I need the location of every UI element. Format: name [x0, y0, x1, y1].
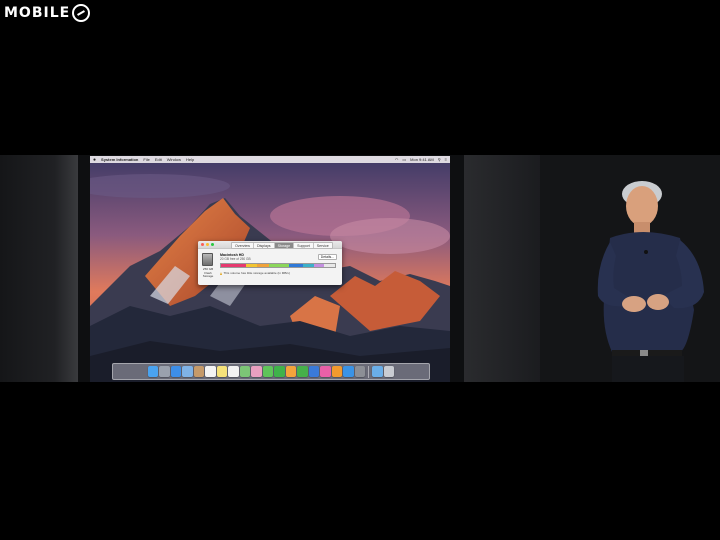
downloads-dock-icon[interactable]: [372, 366, 383, 377]
app-store-dock-icon[interactable]: [343, 366, 354, 377]
menu-window[interactable]: Window: [167, 157, 181, 162]
warning-text: This volume has little storage available…: [223, 271, 290, 275]
notes-dock-icon[interactable]: [216, 366, 228, 377]
storage-window: Overview Displays Storage Support Servic…: [198, 241, 342, 285]
warning-icon: [220, 271, 222, 275]
storage-segment-apps[interactable]: [221, 264, 247, 267]
tab-storage[interactable]: Storage: [274, 243, 295, 248]
menu-edit[interactable]: Edit: [155, 157, 162, 162]
maps-dock-icon[interactable]: [239, 366, 251, 377]
presenter-figure: [597, 181, 704, 382]
battery-icon[interactable]: ▭: [402, 157, 406, 162]
launchpad-dock-icon[interactable]: [159, 366, 170, 377]
menu-help[interactable]: Help: [186, 157, 194, 162]
storage-usage-bar: [220, 263, 336, 268]
storage-segment-documents[interactable]: [246, 264, 258, 267]
tab-support[interactable]: Support: [294, 243, 314, 248]
storage-segment-free[interactable]: [323, 264, 335, 267]
apple-menu-icon[interactable]: ●: [93, 157, 96, 163]
dock-separator: [368, 365, 370, 378]
wifi-icon[interactable]: ◠: [395, 157, 399, 162]
facetime-dock-icon[interactable]: [274, 366, 285, 377]
finder-dock-icon[interactable]: [147, 366, 159, 377]
hard-drive-icon: [202, 253, 213, 266]
projected-mac-screen: ● System Information File Edit Window He…: [90, 156, 450, 382]
segmented-tabs: Overview Displays Storage Support Servic…: [231, 242, 333, 249]
menubar-clock[interactable]: Mon 9:41 AM: [410, 157, 434, 162]
mobile01-logo: MOBILE: [4, 2, 91, 24]
menubar-status-area: ◠ ▭ Mon 9:41 AM ⚲ ≡: [395, 157, 447, 162]
tab-overview[interactable]: Overview: [232, 243, 254, 248]
macos-menubar: ● System Information File Edit Window He…: [90, 156, 450, 163]
storage-segment-movies[interactable]: [289, 264, 304, 267]
tab-service[interactable]: Service: [313, 243, 332, 248]
calendar-dock-icon[interactable]: [205, 366, 216, 377]
tab-displays[interactable]: Displays: [253, 243, 275, 248]
disk-type: Flash Storage: [202, 270, 214, 279]
mail-dock-icon[interactable]: [182, 366, 193, 377]
minimize-button[interactable]: [206, 243, 209, 246]
reminders-dock-icon[interactable]: [228, 366, 239, 377]
keynote-dock-icon[interactable]: [308, 366, 320, 377]
trash-dock-icon[interactable]: [383, 366, 395, 377]
numbers-dock-icon[interactable]: [297, 366, 308, 377]
safari-dock-icon[interactable]: [170, 366, 182, 377]
messages-dock-icon[interactable]: [262, 366, 274, 377]
storage-segment-other[interactable]: [303, 264, 315, 267]
storage-warning: This volume has little storage available…: [220, 271, 290, 275]
disk-free-space: 20 GB free of 250 GB: [220, 257, 251, 261]
contacts-dock-icon[interactable]: [193, 366, 205, 377]
storage-segment-photos[interactable]: [257, 264, 269, 267]
macos-dock: [112, 363, 430, 380]
pages-dock-icon[interactable]: [285, 366, 297, 377]
spotlight-icon[interactable]: ⚲: [438, 157, 441, 162]
system-preferences-dock-icon[interactable]: [354, 366, 366, 377]
menu-app-name[interactable]: System Information: [101, 157, 138, 162]
window-titlebar[interactable]: Overview Displays Storage Support Servic…: [198, 241, 342, 249]
storage-segment-backups[interactable]: [314, 264, 324, 267]
disk-caption: 250 GB Flash Storage: [200, 267, 216, 279]
logo-ring-icon: [72, 4, 91, 22]
menu-file[interactable]: File: [143, 157, 149, 162]
close-button[interactable]: [201, 243, 204, 246]
ibooks-dock-icon[interactable]: [331, 366, 343, 377]
storage-segment-audio[interactable]: [268, 264, 290, 267]
zoom-button[interactable]: [211, 243, 214, 246]
itunes-dock-icon[interactable]: [320, 366, 331, 377]
details-button[interactable]: Details...: [317, 254, 337, 260]
photos-dock-icon[interactable]: [251, 366, 262, 377]
notification-center-icon[interactable]: ≡: [445, 157, 447, 162]
window-controls: [201, 243, 214, 246]
stage-left-wall: [0, 155, 78, 382]
logo-text: MOBILE: [4, 5, 71, 21]
